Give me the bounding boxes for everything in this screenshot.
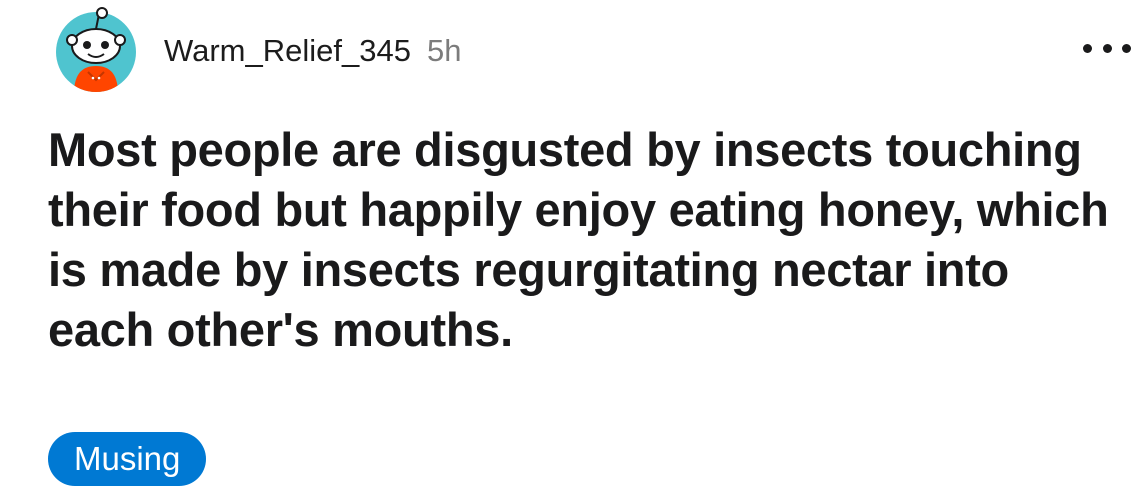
- post-title[interactable]: Most people are disgusted by insects tou…: [48, 120, 1118, 360]
- post-header: Warm_Relief_345 5h: [52, 6, 461, 94]
- user-avatar[interactable]: [52, 6, 140, 94]
- post-card: Warm_Relief_345 5h Most people are disgu…: [0, 0, 1147, 492]
- post-timestamp: 5h: [426, 32, 462, 68]
- snoo-avatar-icon: [56, 7, 136, 92]
- more-options-button[interactable]: [1083, 36, 1131, 60]
- username-link[interactable]: Warm_Relief_345: [164, 35, 411, 66]
- ellipsis-horizontal-icon: [1083, 43, 1092, 53]
- post-meta: Warm_Relief_345 5h: [164, 35, 461, 66]
- post-flair-badge[interactable]: Musing: [48, 432, 207, 486]
